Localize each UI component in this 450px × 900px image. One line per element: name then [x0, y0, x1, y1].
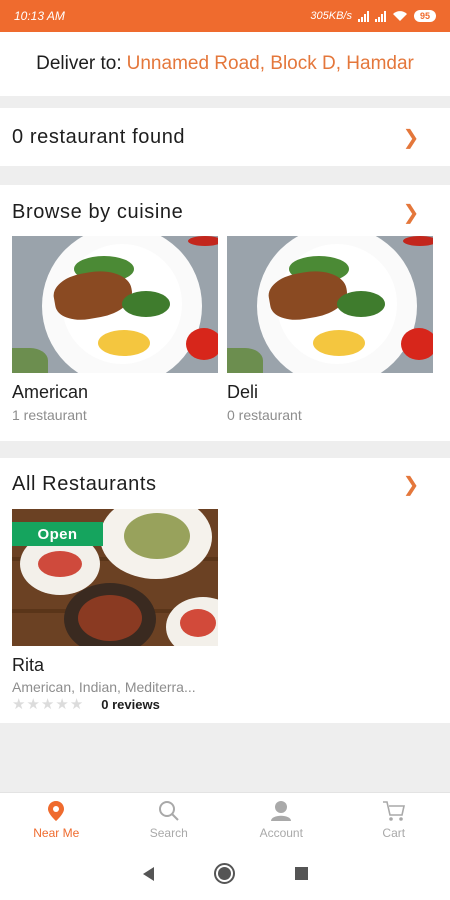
home-icon[interactable]: [213, 863, 235, 884]
status-indicators: 305KB/s 95: [310, 10, 436, 22]
section-title: All Restaurants: [12, 472, 157, 495]
nav-label: Search: [149, 826, 188, 840]
all-restaurants-section: All Restaurants ❯ Open Rita American, In…: [0, 458, 450, 723]
star-icon: ★: [12, 696, 26, 713]
star-rating: ★ ★ ★ ★ ★: [12, 697, 83, 712]
signal-icon: [357, 10, 369, 22]
cuisine-card-american[interactable]: American 1 restaurant: [12, 236, 218, 423]
open-status-badge: Open: [12, 522, 103, 546]
network-speed: 305KB/s: [310, 10, 352, 22]
restaurants-found-card[interactable]: 0 restaurant found ❯: [0, 108, 450, 166]
restaurant-rating: ★ ★ ★ ★ ★ 0 reviews: [12, 697, 218, 712]
location-pin-icon: [47, 800, 65, 822]
search-icon: [158, 800, 180, 822]
restaurant-name: Rita: [12, 655, 45, 675]
cuisine-name: American: [12, 382, 89, 402]
status-time: 10:13 AM: [14, 9, 65, 23]
status-bar: 10:13 AM 305KB/s 95: [0, 0, 450, 32]
nav-label: Account: [259, 826, 303, 840]
recent-apps-icon[interactable]: [294, 867, 308, 880]
deliver-to-label: Deliver to:: [36, 53, 122, 74]
chevron-right-icon[interactable]: ❯: [403, 200, 438, 225]
nav-search[interactable]: Search: [113, 793, 226, 847]
cuisine-image: [12, 236, 218, 373]
star-icon: ★: [26, 696, 40, 713]
cuisine-name: Deli: [227, 382, 259, 402]
back-icon[interactable]: [142, 866, 154, 881]
browse-cuisine-section: Browse by cuisine ❯ American 1 restauran…: [0, 185, 450, 441]
section-title: Browse by cuisine: [12, 200, 184, 223]
cuisine-card-deli[interactable]: Deli 0 restaurant: [227, 236, 433, 423]
cuisine-image: [227, 236, 433, 373]
cuisine-restaurant-count: 1 restaurant: [12, 407, 87, 423]
nav-label: Cart: [382, 826, 406, 840]
restaurant-cuisines: American, Indian, Mediterra...: [12, 679, 196, 695]
cuisine-restaurant-count: 0 restaurant: [227, 407, 302, 423]
bottom-navigation: Near Me Search Account Cart: [0, 792, 450, 847]
cart-icon: [382, 800, 406, 822]
chevron-right-icon[interactable]: ❯: [403, 472, 438, 497]
nav-account[interactable]: Account: [225, 793, 338, 847]
account-icon: [270, 800, 292, 822]
star-icon: ★: [69, 696, 84, 713]
deliver-to-bar[interactable]: Deliver to: Unnamed Road, Block D, Hamda…: [0, 32, 450, 96]
wifi-icon: [392, 11, 407, 21]
restaurants-found-text: 0 restaurant found: [12, 125, 186, 148]
delivery-address[interactable]: Unnamed Road, Block D, Hamdar: [127, 53, 414, 75]
system-navigation-bar: [0, 847, 450, 900]
nav-cart[interactable]: Cart: [338, 793, 450, 847]
nav-near-me[interactable]: Near Me: [0, 793, 113, 847]
signal-icon-2: [374, 10, 386, 22]
star-icon: ★: [55, 696, 69, 713]
restaurant-image: Open: [12, 509, 218, 646]
chevron-right-icon[interactable]: ❯: [403, 125, 438, 150]
nav-label: Near Me: [33, 826, 80, 840]
battery-icon: 95: [413, 10, 436, 22]
star-icon: ★: [40, 696, 55, 713]
restaurant-card[interactable]: Open Rita American, Indian, Mediterra...…: [12, 509, 218, 712]
review-count: 0 reviews: [101, 697, 160, 712]
